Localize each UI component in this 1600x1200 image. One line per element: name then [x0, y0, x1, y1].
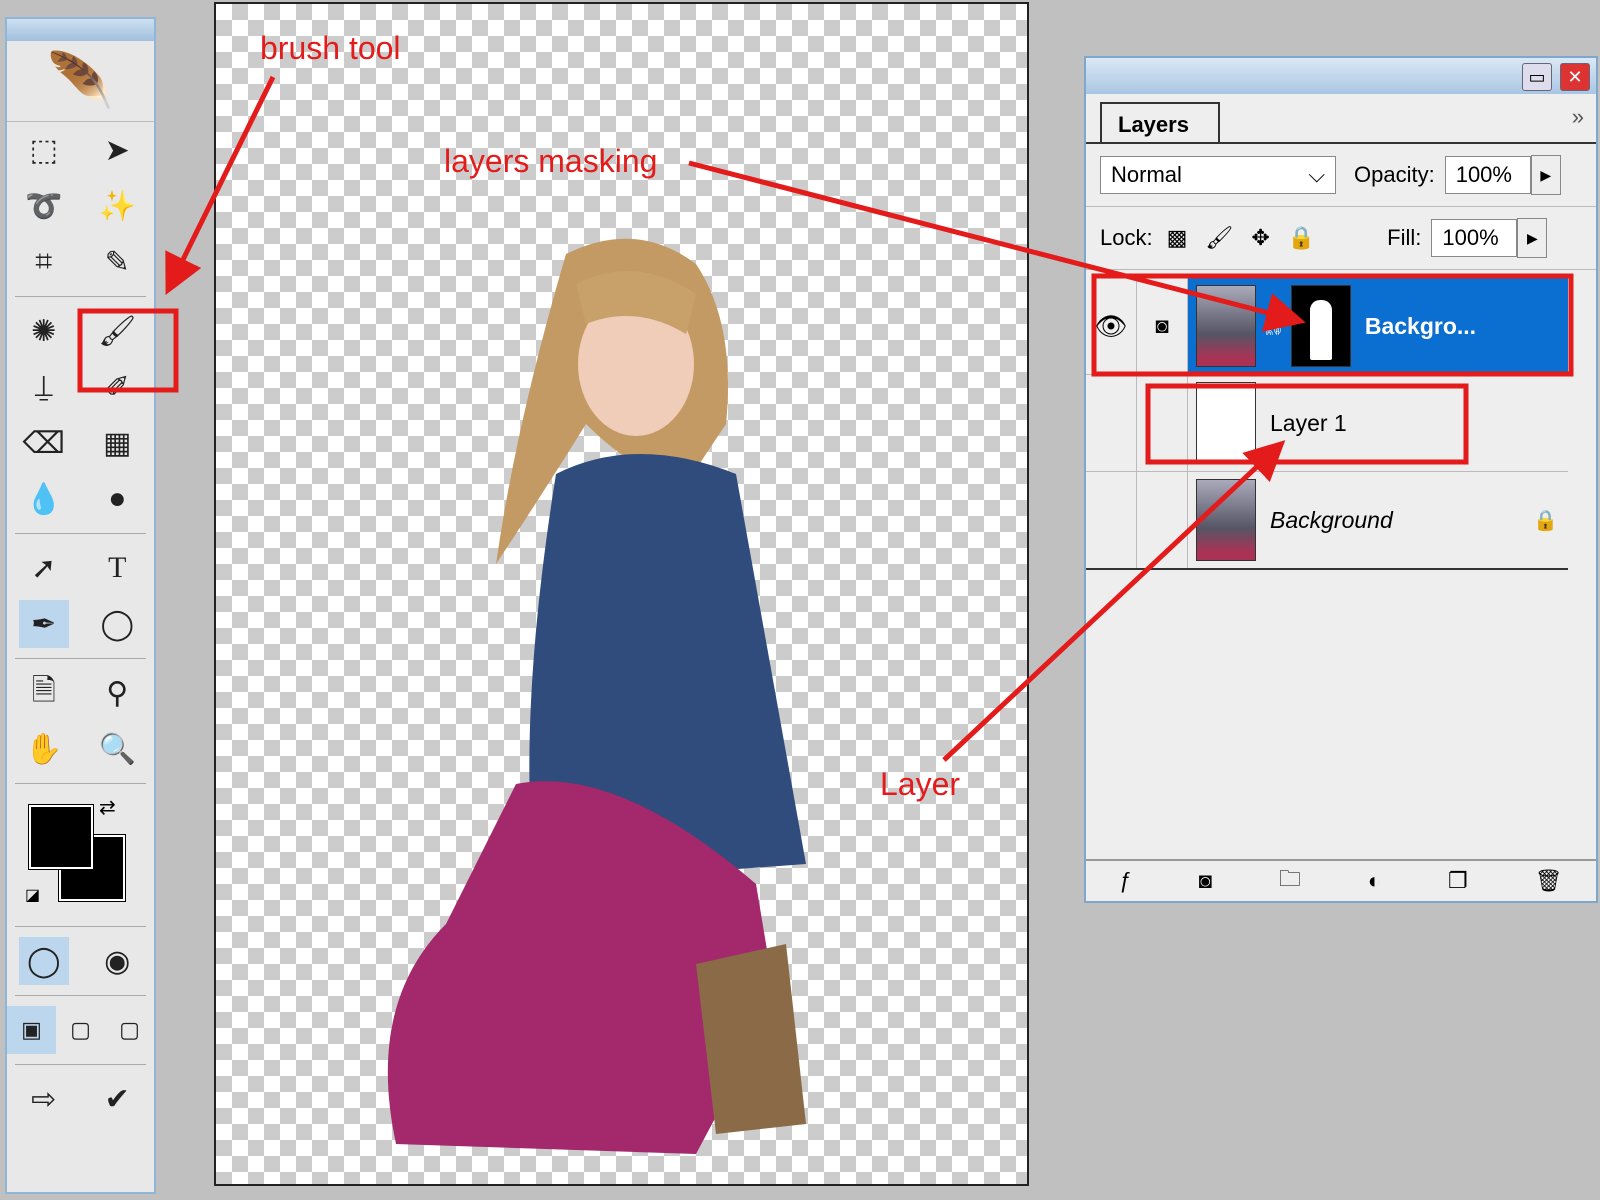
foreground-color[interactable] — [28, 804, 94, 870]
brush-arrow — [165, 75, 276, 295]
annotation-layer: Layer — [880, 766, 961, 802]
layer-arrow — [942, 440, 1286, 762]
mask-highlight-box — [1091, 273, 1574, 377]
annotation-brush-tool: brush tool — [260, 30, 401, 66]
mask-arrow — [688, 160, 1306, 332]
annotation-overlay — [77, 75, 1574, 762]
annotation-layers-masking: layers masking — [444, 143, 658, 179]
brush-highlight-box — [77, 308, 179, 393]
layer1-highlight-box — [1145, 383, 1469, 465]
